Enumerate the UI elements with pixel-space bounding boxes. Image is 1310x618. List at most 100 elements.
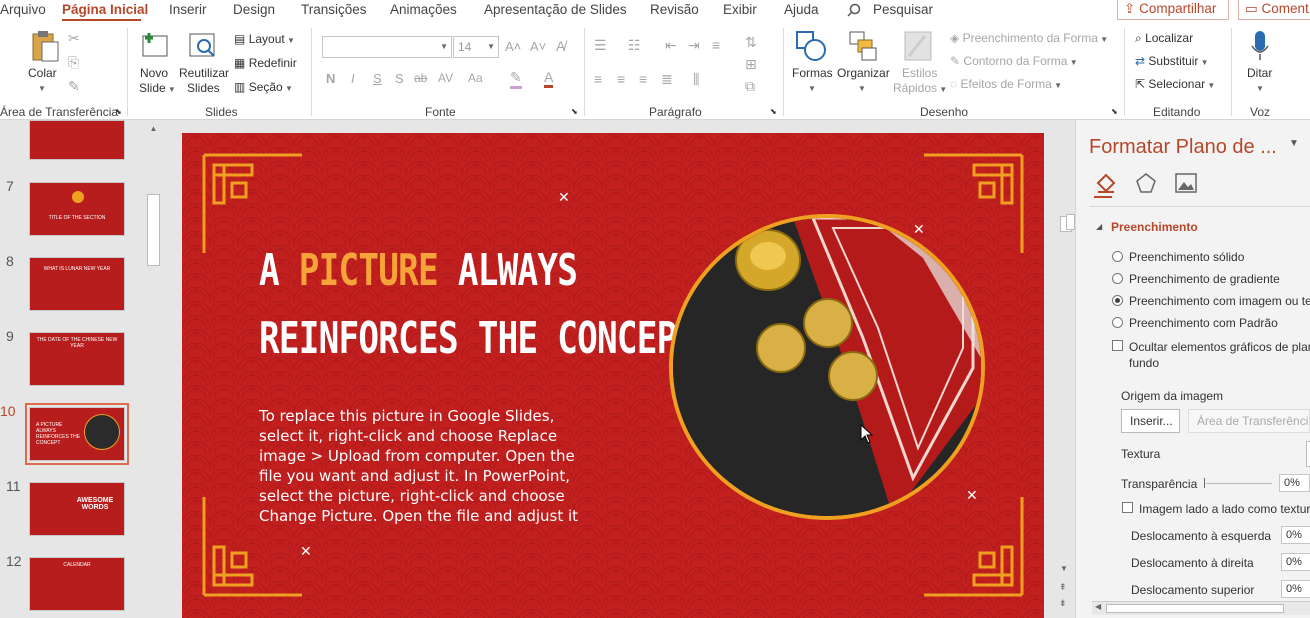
font-color-icon[interactable]: A [544, 69, 554, 88]
grow-font-icon[interactable]: A˄ [505, 39, 521, 54]
arrange-icon[interactable] [848, 30, 878, 62]
tab-pagina-inicial[interactable]: Página Inicial [62, 2, 148, 17]
fill-icon[interactable] [1094, 171, 1118, 195]
tab-inserir[interactable]: Inserir [169, 2, 207, 17]
reuse-slides-label-2[interactable]: Slides [187, 81, 220, 96]
hide-graphics-label[interactable]: Ocultar elementos gráficos de plan [1129, 340, 1310, 354]
align-left-icon[interactable]: ≡ [594, 71, 602, 87]
italic-button[interactable]: I [351, 71, 355, 86]
new-slide-icon[interactable] [141, 30, 171, 60]
reset-button[interactable]: ▦ Redefinir [234, 56, 297, 70]
strikethrough-button[interactable]: ab [414, 71, 427, 85]
highlight-icon[interactable]: ✎ [510, 69, 522, 89]
clear-format-icon[interactable]: A̸ [556, 38, 565, 54]
picture-icon[interactable] [1174, 171, 1198, 195]
paste-icon[interactable] [30, 30, 60, 62]
quick-styles-label-1[interactable]: Estilos [902, 66, 937, 81]
copy-icon[interactable]: ⎘ [68, 54, 79, 71]
transparency-slider-thumb[interactable] [1204, 478, 1205, 488]
char-spacing-button[interactable]: AV [438, 71, 453, 85]
scroll-up-icon[interactable]: ▲ [146, 124, 161, 138]
change-case-button[interactable]: Aa [468, 71, 483, 85]
new-slide-label-1[interactable]: Novo [140, 66, 168, 81]
tab-pesquisar[interactable]: Pesquisar [873, 2, 933, 17]
section-button[interactable]: ▥ Seção ▼ [234, 80, 293, 94]
collapse-icon[interactable]: ◢ [1096, 222, 1102, 231]
new-slide-label-2[interactable]: Slide [139, 81, 166, 95]
offset-left-input[interactable]: 0% [1281, 526, 1310, 544]
pattern-fill-radio[interactable] [1112, 317, 1123, 328]
reuse-slides-icon[interactable] [188, 30, 218, 60]
slide-thumbnails-pane[interactable]: 7 TITLE OF THE SECTION 8 WHAT IS LUNAR N… [0, 120, 162, 618]
align-right-icon[interactable]: ≡ [639, 71, 647, 87]
select-button[interactable]: ⇱ Selecionar ▼ [1135, 77, 1215, 91]
tab-exibir[interactable]: Exibir [723, 2, 757, 17]
paste-dropdown-icon[interactable]: ▼ [38, 84, 46, 93]
picture-fill-radio-selected[interactable] [1112, 295, 1123, 306]
slide-thumbnail[interactable]: TITLE OF THE SECTION [29, 182, 125, 236]
texture-picker[interactable] [1306, 441, 1310, 467]
columns-icon[interactable]: ⫼ [693, 71, 699, 88]
drawing-launcher-icon[interactable]: ⬊ [1111, 107, 1118, 116]
clipboard-launcher-icon[interactable]: ⬊ [115, 107, 122, 116]
font-size-input[interactable]: 14 ▼ [453, 36, 499, 58]
paste-label[interactable]: Colar [28, 66, 57, 81]
pattern-fill-label[interactable]: Preenchimento com Padrão [1129, 316, 1278, 330]
comments-button[interactable]: ▭ Coment [1238, 0, 1310, 20]
shapes-icon[interactable] [795, 30, 827, 62]
quick-styles-icon[interactable] [903, 30, 933, 62]
tab-apresentacao[interactable]: Apresentação de Slides [484, 2, 627, 17]
increase-indent-icon[interactable]: ⇥ [688, 37, 700, 54]
circular-picture[interactable] [669, 214, 985, 520]
arrange-label[interactable]: Organizar [837, 66, 890, 81]
font-name-input[interactable]: ▼ [322, 36, 452, 58]
effects-pentagon-icon[interactable] [1134, 171, 1158, 195]
picture-fill-label[interactable]: Preenchimento com imagem ou te [1129, 294, 1310, 308]
transparency-slider-track[interactable] [1206, 483, 1272, 484]
shadow-button[interactable]: S [395, 71, 404, 86]
slide-body-text[interactable]: To replace this picture in Google Slides… [259, 406, 579, 526]
align-center-icon[interactable]: ≡ [617, 71, 625, 87]
slide-canvas[interactable]: ✕ ✕ ✕ ✕ A PICTURE ALWAYS REINFORCES THE … [182, 133, 1044, 618]
tab-ajuda[interactable]: Ajuda [784, 2, 819, 17]
slide-scrollbar[interactable]: ▼ ⇞ ⇟ [1056, 124, 1074, 618]
insert-button[interactable]: Inserir... [1121, 409, 1180, 433]
tab-design[interactable]: Design [233, 2, 275, 17]
scroll-down-icon[interactable]: ▼ [1060, 564, 1068, 573]
gradient-fill-radio[interactable] [1112, 273, 1123, 284]
shape-outline-button[interactable]: ✎ Contorno da Forma ▼ [950, 54, 1078, 68]
slide-thumbnail-6[interactable] [29, 120, 125, 160]
slide-title-line-2[interactable]: REINFORCES THE CONCEPT [259, 313, 697, 364]
pane-scroll-thumb[interactable] [1066, 214, 1075, 230]
microphone-icon[interactable] [1249, 30, 1271, 62]
numbering-icon[interactable]: ☷ [628, 37, 641, 54]
hide-graphics-checkbox[interactable] [1112, 340, 1123, 351]
align-text-icon[interactable]: ⊞ [745, 56, 757, 73]
thumbnails-scrollbar[interactable]: ▲ [146, 124, 161, 618]
bold-button[interactable]: N [326, 71, 335, 86]
offset-right-input[interactable]: 0% [1281, 553, 1310, 571]
replace-button[interactable]: ⇄ Substituir ▼ [1135, 54, 1209, 68]
decrease-indent-icon[interactable]: ⇤ [665, 37, 677, 54]
pane-horizontal-scrollbar[interactable]: ◀ [1092, 601, 1310, 615]
dictate-label[interactable]: Ditar [1247, 66, 1272, 81]
tab-animacoes[interactable]: Animações [390, 2, 457, 17]
line-spacing-icon[interactable]: ≡ [712, 37, 720, 53]
underline-button[interactable]: S [373, 71, 382, 86]
scroll-thumb[interactable] [1106, 604, 1284, 613]
next-slide-icon[interactable]: ⇟ [1059, 598, 1067, 609]
font-launcher-icon[interactable]: ⬊ [571, 107, 578, 116]
shapes-label[interactable]: Formas [792, 66, 833, 81]
tab-revisao[interactable]: Revisão [650, 2, 699, 17]
transparency-input[interactable]: 0% [1279, 474, 1310, 492]
format-painter-icon[interactable]: ✎ [68, 78, 80, 95]
bullets-icon[interactable]: ☰ [594, 37, 607, 54]
smartart-icon[interactable]: ⧉ [745, 78, 755, 95]
solid-fill-radio[interactable] [1112, 251, 1123, 262]
tab-transicoes[interactable]: Transições [301, 2, 367, 17]
clipboard-button[interactable]: Área de Transferência [1188, 409, 1310, 433]
cut-icon[interactable]: ✂ [68, 30, 80, 47]
slide-title-line-1[interactable]: A PICTURE ALWAYS [259, 245, 578, 296]
previous-slide-icon[interactable]: ⇞ [1059, 582, 1067, 593]
slide-thumbnail[interactable]: AWESOME WORDS [29, 482, 125, 536]
